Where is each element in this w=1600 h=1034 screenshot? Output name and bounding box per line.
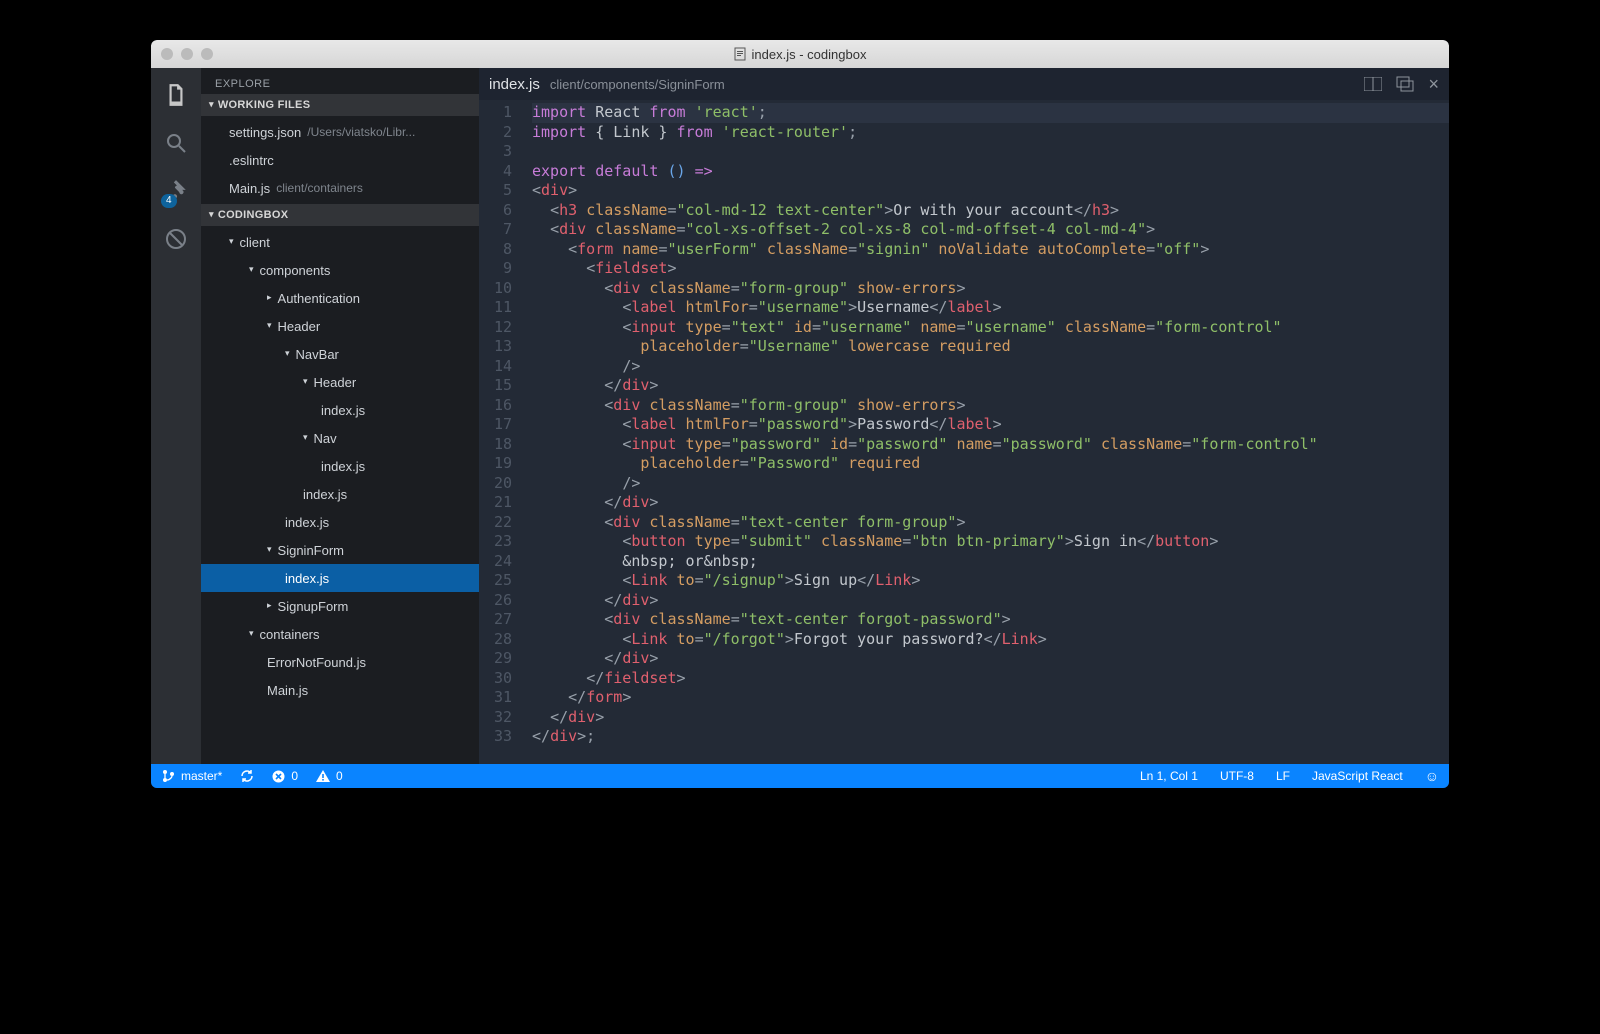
code-line[interactable]: /> [532,474,1449,494]
tab-filepath: client/components/SigninForm [550,77,725,92]
file-item[interactable]: Main.js [201,676,479,704]
file-item[interactable]: index.js [201,480,479,508]
split-editor-icon[interactable] [1364,77,1382,91]
code-line[interactable]: <div className="form-group" show-errors> [532,279,1449,299]
status-errors[interactable]: 0 [272,769,298,783]
folder-item[interactable]: ▾components [201,256,479,284]
code-line[interactable]: <h3 className="col-md-12 text-center">Or… [532,201,1449,221]
code-line[interactable]: <div className="form-group" show-errors> [532,396,1449,416]
code-line[interactable] [532,142,1449,162]
status-git-branch[interactable]: master* [161,769,222,783]
folder-item[interactable]: ▾NavBar [201,340,479,368]
status-eol[interactable]: LF [1276,769,1290,783]
code-line[interactable]: /> [532,357,1449,377]
working-files-header[interactable]: ▾WORKING FILES [201,94,479,116]
search-icon[interactable] [163,130,189,156]
code-line[interactable]: <div> [532,181,1449,201]
code-line[interactable]: <label htmlFor="password">Password</labe… [532,415,1449,435]
more-actions-icon[interactable] [1396,76,1414,92]
git-icon[interactable]: 4 [163,178,189,204]
folder-item[interactable]: ▾SigninForm [201,536,479,564]
code-line[interactable]: <div className="text-center forgot-passw… [532,610,1449,630]
code-line[interactable]: import { Link } from 'react-router'; [532,123,1449,143]
code-line[interactable]: </div> [532,493,1449,513]
folder-item[interactable]: ▸Authentication [201,284,479,312]
code-line[interactable]: import React from 'react'; [532,103,1449,123]
working-file[interactable]: .eslintrc [201,146,479,174]
chevron-down-icon: ▾ [209,209,214,220]
code-line[interactable]: </div>; [532,727,1449,747]
code-line[interactable]: &nbsp; or&nbsp; [532,552,1449,572]
status-encoding[interactable]: UTF-8 [1220,769,1254,783]
line-gutter: 1234567891011121314151617181920212223242… [479,100,524,764]
file-item[interactable]: ErrorNotFound.js [201,648,479,676]
code-line[interactable]: </div> [532,649,1449,669]
code-line[interactable]: <form name="userForm" className="signin"… [532,240,1449,260]
editor-tabbar: index.js client/components/SigninForm × [479,68,1449,100]
app-window: index.js - codingbox 4 EXPLORE ▾WORKING … [151,40,1449,788]
code-line[interactable]: </form> [532,688,1449,708]
tab-filename[interactable]: index.js [489,76,540,93]
code-line[interactable]: export default () => [532,162,1449,182]
close-editor-icon[interactable]: × [1428,74,1439,95]
explorer-icon[interactable] [163,82,189,108]
code-line[interactable]: <Link to="/signup">Sign up</Link> [532,571,1449,591]
code-line[interactable]: <input type="password" id="password" nam… [532,435,1449,455]
code-line[interactable]: <label htmlFor="username">Username</labe… [532,298,1449,318]
code-line[interactable]: </div> [532,591,1449,611]
code-line[interactable]: placeholder="Username" lowercase require… [532,337,1449,357]
window-title: index.js - codingbox [151,47,1449,62]
status-sync-icon[interactable] [240,769,254,783]
activity-bar: 4 [151,68,201,764]
code-line[interactable]: placeholder="Password" required [532,454,1449,474]
status-cursor-position[interactable]: Ln 1, Col 1 [1140,769,1198,783]
code-line[interactable]: </fieldset> [532,669,1449,689]
code-line[interactable]: <div className="text-center form-group"> [532,513,1449,533]
chevron-down-icon: ▾ [209,99,214,110]
folder-item[interactable]: ▾Nav [201,424,479,452]
sidebar-explorer: EXPLORE ▾WORKING FILES settings.json/Use… [201,68,479,764]
editor-area: index.js client/components/SigninForm × … [479,68,1449,764]
working-file[interactable]: settings.json/Users/viatsko/Libr... [201,118,479,146]
file-item[interactable]: index.js [201,564,479,592]
folder-item[interactable]: ▾Header [201,312,479,340]
code-line[interactable]: <fieldset> [532,259,1449,279]
debug-icon[interactable] [163,226,189,252]
project-header[interactable]: ▾CODINGBOX [201,204,479,226]
git-badge: 4 [161,194,177,208]
code-line[interactable]: </div> [532,376,1449,396]
folder-item[interactable]: ▾Header [201,368,479,396]
file-item[interactable]: index.js [201,508,479,536]
code-line[interactable]: <input type="text" id="username" name="u… [532,318,1449,338]
code-line[interactable]: <button type="submit" className="btn btn… [532,532,1449,552]
code-line[interactable]: </div> [532,708,1449,728]
folder-item[interactable]: ▸SignupForm [201,592,479,620]
folder-item[interactable]: ▾client [201,228,479,256]
status-feedback-icon[interactable]: ☺ [1425,768,1439,784]
folder-item[interactable]: ▾containers [201,620,479,648]
code-line[interactable]: <Link to="/forgot">Forgot your password?… [532,630,1449,650]
status-warnings[interactable]: 0 [316,769,343,783]
status-language[interactable]: JavaScript React [1312,769,1403,783]
working-file[interactable]: Main.jsclient/containers [201,174,479,202]
titlebar: index.js - codingbox [151,40,1449,68]
file-item[interactable]: index.js [201,452,479,480]
sidebar-title: EXPLORE [201,68,479,94]
file-item[interactable]: index.js [201,396,479,424]
code-line[interactable]: <div className="col-xs-offset-2 col-xs-8… [532,220,1449,240]
code-content[interactable]: import React from 'react';import { Link … [524,100,1449,764]
status-bar: master* 0 0 Ln 1, Col 1 UTF-8 LF JavaScr… [151,764,1449,788]
document-icon [734,47,746,61]
code-editor[interactable]: 1234567891011121314151617181920212223242… [479,100,1449,764]
